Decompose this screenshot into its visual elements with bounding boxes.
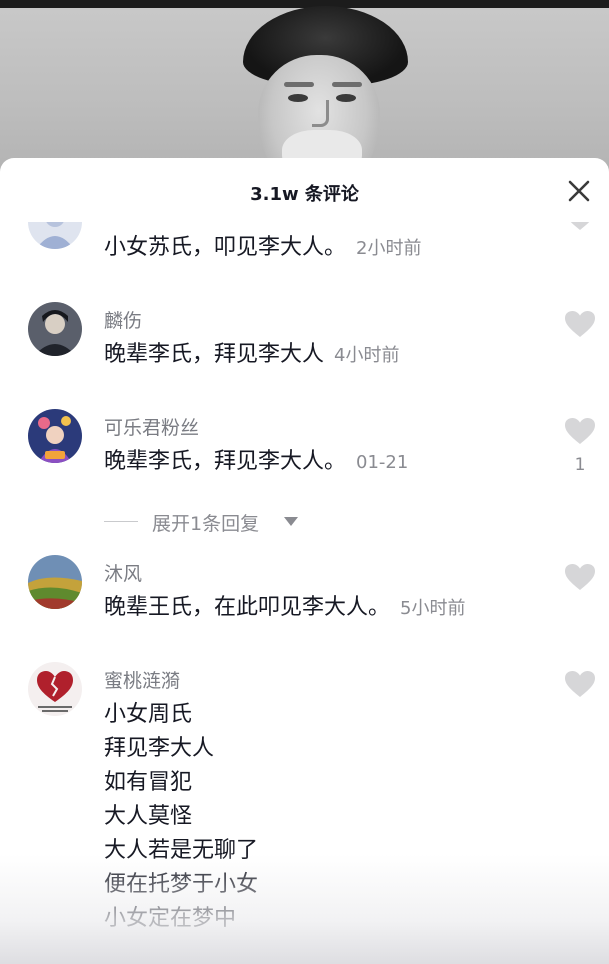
comment-username[interactable]: 沐风	[104, 559, 142, 586]
comment-item: 沐风 晚辈王氏，在此叩见李大人。 5小时前	[0, 555, 609, 662]
comment-line: 小女定在梦中	[104, 906, 237, 931]
comment-list: 林沫 小女苏氏，叩见李大人。2小时前 麟伤	[0, 222, 609, 952]
comment-text: 晚辈李氏，拜见李大人 4小时前	[104, 342, 400, 367]
portrait-brow-right	[332, 82, 362, 87]
divider	[104, 521, 138, 522]
like-button[interactable]	[563, 222, 597, 263]
avatar[interactable]	[28, 555, 82, 609]
comment-username[interactable]: 麟伤	[104, 306, 142, 333]
comment-line: 如有冒犯	[104, 770, 193, 795]
like-button[interactable]	[563, 310, 597, 370]
portrait-eye-left	[288, 94, 308, 102]
comment-line: 大人若是无聊了	[104, 838, 259, 863]
comment-line: 小女周氏	[104, 702, 193, 727]
close-button[interactable]	[566, 178, 592, 204]
comments-sheet: 3.1w 条评论 林沫 小女苏氏，叩见李大人。2小时前	[0, 158, 609, 964]
expand-replies-label[interactable]: 展开1条回复	[152, 509, 259, 536]
comment-line: 大人莫怪	[104, 804, 193, 829]
comment-time: 5小时前	[400, 598, 466, 619]
heart-icon	[565, 564, 595, 590]
comment-text: 晚辈王氏，在此叩见李大人。 5小时前	[104, 595, 466, 620]
comment-item: 蜜桃涟漪 小女周氏 拜见李大人 如有冒犯 大人莫怪 大人若是无聊了 便在托梦于小…	[0, 662, 609, 952]
caret-down-icon	[284, 517, 298, 526]
comment-time: 01-21	[356, 452, 409, 473]
comment-username[interactable]: 可乐君粉丝	[104, 413, 199, 440]
comment-item: 可乐君粉丝 晚辈李氏，拜见李大人。 01-21 1	[0, 409, 609, 507]
comment-text: 小女苏氏，叩见李大人。 2小时前	[104, 235, 422, 260]
avatar[interactable]	[28, 302, 82, 356]
like-button[interactable]: 1	[563, 417, 597, 477]
heart-icon	[565, 311, 595, 337]
comment-username[interactable]: 林沫	[104, 222, 142, 226]
comment-text: 晚辈李氏，拜见李大人。 01-21	[104, 449, 409, 474]
portrait-eye-right	[336, 94, 356, 102]
portrait-brow-left	[284, 82, 314, 87]
avatar[interactable]	[28, 662, 82, 716]
comment-time: 4小时前	[334, 345, 400, 366]
portrait-nose	[312, 100, 329, 127]
comments-scroll-area[interactable]: 林沫 小女苏氏，叩见李大人。2小时前 麟伤	[0, 222, 609, 964]
comment-username[interactable]: 蜜桃涟漪	[104, 666, 180, 693]
heart-icon	[565, 671, 595, 697]
comment-text: 小女周氏 拜见李大人 如有冒犯 大人莫怪 大人若是无聊了 便在托梦于小女 小女定…	[104, 698, 258, 936]
like-button[interactable]	[563, 670, 597, 730]
like-button[interactable]	[563, 563, 597, 623]
like-count: 1	[574, 455, 586, 475]
comments-count-title: 3.1w 条评论	[250, 184, 359, 205]
avatar[interactable]	[28, 222, 82, 249]
comment-item: 麟伤 晚辈李氏，拜见李大人 4小时前	[0, 302, 609, 409]
close-icon	[568, 180, 590, 202]
heart-icon	[565, 418, 595, 444]
expand-replies[interactable]: 展开1条回复	[0, 507, 609, 555]
video-background	[0, 0, 609, 175]
heart-icon	[570, 222, 590, 230]
avatar[interactable]	[28, 409, 82, 463]
comments-header: 3.1w 条评论	[0, 158, 609, 222]
comment-line: 拜见李大人	[104, 736, 215, 761]
comment-item: 林沫 小女苏氏，叩见李大人。2小时前	[0, 222, 609, 302]
comment-time: 2小时前	[356, 238, 422, 259]
comment-line: 便在托梦于小女	[104, 872, 259, 897]
